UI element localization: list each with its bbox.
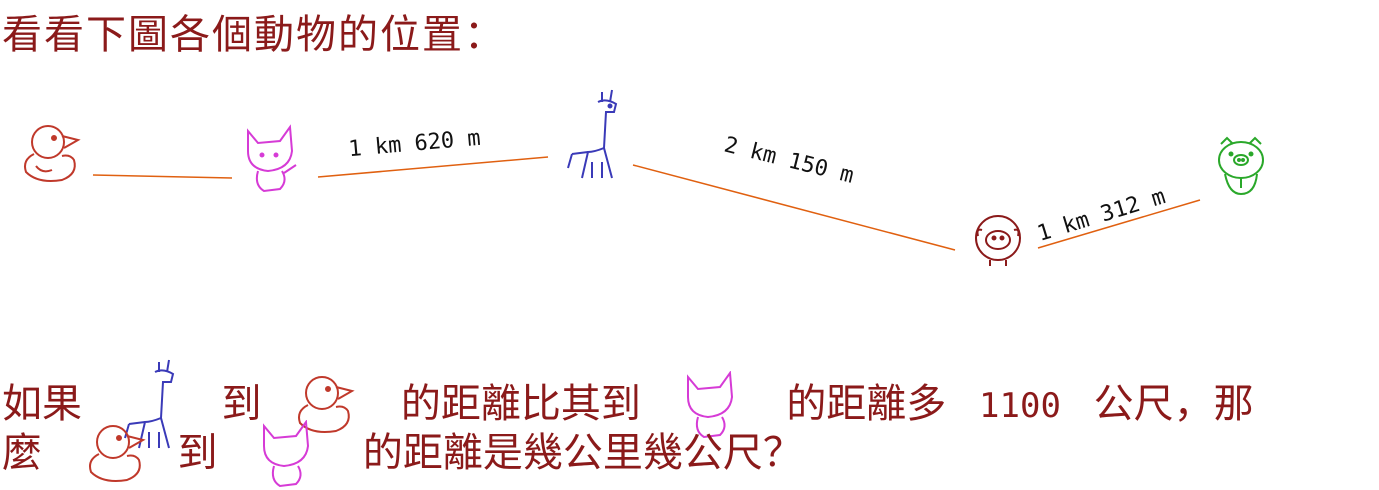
question-text: 公尺，那	[1093, 381, 1254, 427]
question-text: 到	[177, 430, 218, 476]
duck-icon	[88, 425, 146, 482]
giraffe-icon	[567, 89, 618, 179]
pig-icon	[1218, 136, 1264, 196]
distance-label-giraffe-dog: 1 km 620 m	[347, 126, 481, 162]
question-number: 1100	[979, 386, 1061, 426]
question-text: 的距離是幾公里幾公尺？	[362, 430, 803, 476]
duck-icon	[24, 125, 81, 182]
distance-label-giraffe-sheep: 2 km 150 m	[722, 133, 857, 189]
dog-icon	[263, 420, 310, 488]
dog-icon	[247, 124, 297, 193]
question-line-2: 麼 到 的距離是幾公里幾公尺？	[2, 420, 803, 490]
question-text: 的距離多	[786, 381, 947, 427]
question-text: 麼	[2, 430, 42, 476]
line-giraffe-sheep	[632, 164, 956, 251]
animal-position-diagram: 1 km 620 m 2 km 150 m 1 km 312 m	[24, 89, 1264, 266]
sheep-icon	[975, 215, 1021, 266]
line-duck-dog	[92, 174, 233, 179]
